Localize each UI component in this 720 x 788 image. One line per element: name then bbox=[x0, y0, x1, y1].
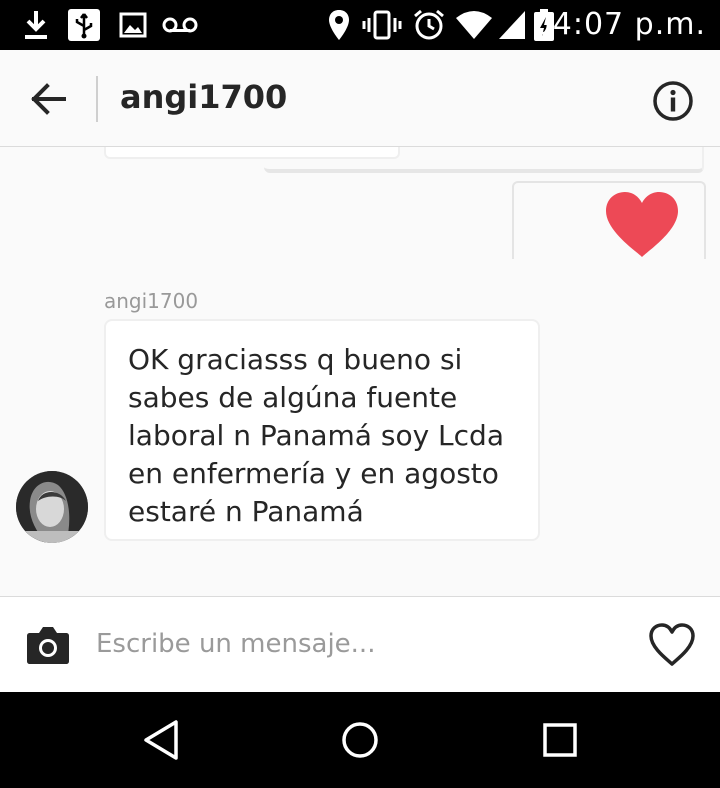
arrow-left-icon[interactable] bbox=[28, 78, 70, 120]
header-divider bbox=[96, 76, 98, 122]
message-thread[interactable]: angi1700 OK graciasss q bueno si sabes d… bbox=[0, 147, 720, 595]
camera-icon[interactable] bbox=[26, 625, 70, 665]
vibrate-icon bbox=[362, 8, 402, 42]
message-input[interactable] bbox=[96, 621, 616, 667]
navigation-bar bbox=[0, 692, 720, 788]
info-icon[interactable] bbox=[652, 80, 694, 122]
location-icon bbox=[326, 8, 352, 42]
status-time: 04:07 p.m. bbox=[532, 7, 706, 42]
conversation-title[interactable]: angi1700 bbox=[120, 78, 287, 116]
download-icon bbox=[20, 8, 52, 42]
avatar[interactable] bbox=[16, 471, 88, 543]
status-bar: 04:07 p.m. bbox=[0, 0, 720, 50]
received-message-bubble[interactable]: OK graciasss q bueno si sabes de algúna … bbox=[104, 319, 540, 541]
message-composer bbox=[0, 596, 720, 693]
voicemail-icon bbox=[162, 8, 198, 42]
message-sender-name: angi1700 bbox=[104, 289, 199, 313]
signal-icon bbox=[498, 8, 526, 42]
heart-outline-icon[interactable] bbox=[648, 623, 696, 667]
heart-icon bbox=[604, 191, 680, 259]
message-text: OK graciasss q bueno si sabes de algúna … bbox=[128, 343, 504, 528]
home-circle-icon[interactable] bbox=[338, 718, 382, 762]
previous-message-bubble bbox=[264, 147, 704, 173]
back-triangle-icon[interactable] bbox=[140, 718, 184, 762]
image-icon bbox=[118, 8, 148, 42]
recents-square-icon[interactable] bbox=[538, 718, 582, 762]
conversation-header: angi1700 bbox=[0, 50, 720, 147]
alarm-icon bbox=[412, 8, 446, 42]
wifi-icon bbox=[454, 8, 494, 42]
usb-icon bbox=[66, 8, 102, 42]
